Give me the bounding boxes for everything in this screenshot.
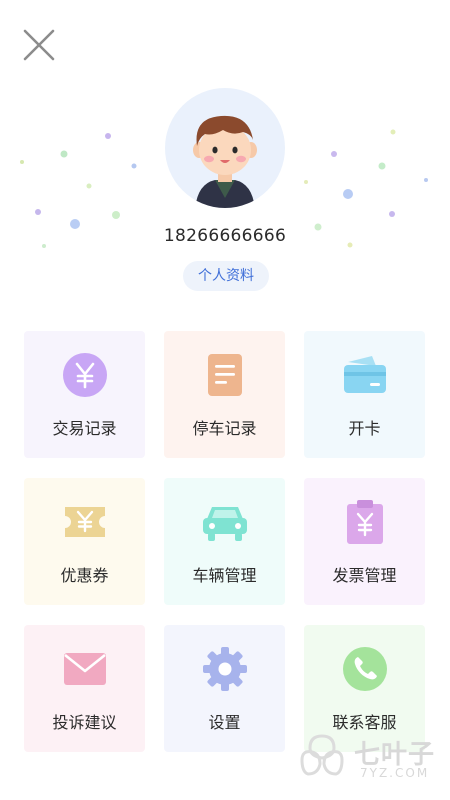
gear-icon xyxy=(203,647,247,691)
tile-invoice-management[interactable]: 发票管理 xyxy=(304,478,425,605)
card-icon xyxy=(344,356,386,393)
tile-label: 投诉建议 xyxy=(52,713,117,732)
profile-button[interactable]: 个人资料 xyxy=(183,261,269,291)
document-icon xyxy=(208,354,242,396)
car-icon xyxy=(203,507,247,541)
tile-coupons[interactable]: 优惠券 xyxy=(24,478,145,605)
tile-open-card[interactable]: 开卡 xyxy=(304,331,425,458)
tile-label: 车辆管理 xyxy=(192,566,257,585)
phone-number: 18266666666 xyxy=(163,226,287,246)
leaf-logo-icon xyxy=(300,734,344,776)
tile-label: 设置 xyxy=(208,713,241,732)
tile-complaints[interactable]: 投诉建议 xyxy=(24,625,145,752)
invoice-icon xyxy=(347,500,383,544)
watermark: 七叶子 7YZ.COM xyxy=(294,728,444,788)
tile-settings[interactable]: 设置 xyxy=(164,625,285,752)
envelope-icon xyxy=(64,653,106,685)
tile-label: 停车记录 xyxy=(192,419,257,438)
function-grid: 交易记录 停车记录 开卡 优惠券 车辆管理 发票管理 投诉建议 设置 联系客服 xyxy=(24,331,426,752)
watermark-url: 7YZ.COM xyxy=(360,766,430,780)
tile-label: 交易记录 xyxy=(52,419,117,438)
tile-label: 优惠券 xyxy=(60,566,109,585)
tile-label: 发票管理 xyxy=(332,566,397,585)
boy-avatar-icon xyxy=(193,115,257,208)
close-icon[interactable] xyxy=(22,28,56,62)
tile-vehicle-management[interactable]: 车辆管理 xyxy=(164,478,285,605)
phone-icon xyxy=(343,647,387,691)
tile-parking-records[interactable]: 停车记录 xyxy=(164,331,285,458)
avatar[interactable] xyxy=(165,88,285,208)
tile-transaction-records[interactable]: 交易记录 xyxy=(24,331,145,458)
tile-label: 开卡 xyxy=(348,419,381,438)
yuan-coin-icon xyxy=(63,353,107,397)
coupon-icon xyxy=(65,507,105,537)
